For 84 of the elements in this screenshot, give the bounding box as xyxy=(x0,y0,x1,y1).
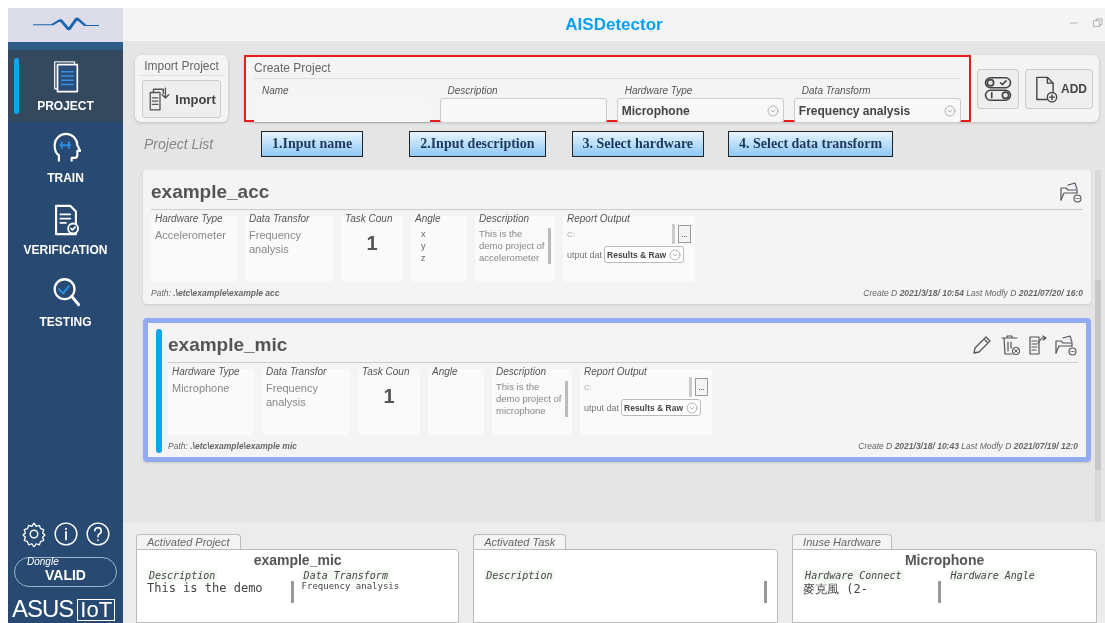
field-label: Data Transform xyxy=(800,85,872,98)
caret-icon xyxy=(669,248,682,261)
field-label: Hardware Angle xyxy=(948,570,1037,581)
step-hint: 3. Select hardware xyxy=(571,131,705,157)
field-label: Angle xyxy=(415,213,442,224)
project-name: example_acc xyxy=(151,180,270,203)
step-hint: 2.Input description xyxy=(409,131,546,157)
dropdown[interactable]: Results & Raw xyxy=(621,399,702,416)
dongle-label: Dongle xyxy=(27,556,59,567)
panel-title: Import Project xyxy=(139,59,224,76)
field-label: Task Coun xyxy=(345,213,394,224)
input-field[interactable] xyxy=(439,98,607,123)
field-label: Report Output xyxy=(567,213,631,224)
field-value: This is the demo project of accelerometer xyxy=(479,228,551,264)
dropdown-value: Results & Raw xyxy=(624,402,684,413)
field-value: This is the demo xyxy=(147,581,294,603)
status-title: Microphone xyxy=(903,552,986,570)
browse-button[interactable]: ... xyxy=(678,225,691,243)
nav-item[interactable]: VERIFICATION xyxy=(8,194,123,266)
brand-logo-suffix: IoT xyxy=(77,599,116,621)
dropdown[interactable]: Microphone xyxy=(616,98,784,123)
field-value: 麥克風 (2- xyxy=(803,581,941,603)
nav-item[interactable]: TESTING xyxy=(8,266,123,338)
toggle-button[interactable] xyxy=(977,68,1019,109)
field-label: Task Coun xyxy=(362,366,411,377)
field-value: Frequency analysis xyxy=(249,228,302,256)
dropdown-value: Microphone xyxy=(621,103,690,118)
section-title: Project List xyxy=(144,136,215,152)
field-label: Description xyxy=(484,570,555,581)
field-label: Angle xyxy=(432,366,459,377)
caret-icon xyxy=(686,401,699,414)
nav-item[interactable]: PROJECT xyxy=(8,50,123,122)
field-value: x y z xyxy=(420,228,427,264)
field-label: Data Transfor xyxy=(249,213,311,224)
dongle-value: VALID xyxy=(45,567,86,583)
folder-icon[interactable] xyxy=(1054,332,1078,357)
field-value: Frequency analysis xyxy=(301,581,401,593)
field-label: Description xyxy=(147,570,218,581)
dropdown[interactable]: Results & Raw xyxy=(604,246,685,263)
info-icon[interactable] xyxy=(52,521,79,547)
field-label: Hardware Type xyxy=(623,85,694,98)
project-dates: Create D 2021/3/18/ 10:54 Last Modfy D 2021/07/20/ 16:0 xyxy=(863,288,1083,298)
caret-icon xyxy=(944,104,956,117)
option-label: utput dat xyxy=(567,249,603,260)
settings-icon[interactable] xyxy=(20,521,47,547)
field-value: Accelerometer xyxy=(155,228,227,242)
option-label: utput dat xyxy=(584,402,620,413)
status-title: example_mic xyxy=(252,552,343,570)
project-path: Path: .\etc\example\example acc xyxy=(151,288,280,298)
project-name: example_mic xyxy=(168,333,288,356)
project-dates: Create D 2021/3/18/ 10:43 Last Modfy D 2021/07/19/ 12:0 xyxy=(858,441,1078,451)
field-value: 1 xyxy=(382,389,396,403)
nav-item[interactable]: TRAIN xyxy=(8,122,123,194)
field-label: Hardware Type xyxy=(155,213,224,224)
scrollbar-thumb[interactable] xyxy=(1095,280,1101,470)
field-label: Report Output xyxy=(584,366,648,377)
browse-button[interactable]: ... xyxy=(695,378,708,396)
add-button[interactable]: ADD xyxy=(1025,68,1093,109)
step-hint: 1.Input name xyxy=(261,131,364,157)
caret-icon xyxy=(766,104,779,117)
field-value: Microphone xyxy=(172,381,231,395)
field-label: Description xyxy=(479,213,531,224)
project-path: Path: .\etc\example\example mic xyxy=(168,441,297,451)
help-icon[interactable] xyxy=(84,521,111,547)
dropdown[interactable]: Frequency analysis xyxy=(793,98,961,123)
field-label: Hardware Connect xyxy=(803,570,904,581)
panel-title: Create Project xyxy=(254,61,961,79)
folder-icon[interactable] xyxy=(1059,179,1083,204)
field-label: Hardware Type xyxy=(172,366,241,377)
field-label: Data Transfor xyxy=(266,366,328,377)
field-label: Data Transform xyxy=(301,570,390,581)
field-value: This is the demo project of microphone xyxy=(496,381,568,417)
field-label: Description xyxy=(446,85,499,98)
field-value: Frequency analysis xyxy=(266,381,319,409)
step-hint: 4. Select data transform xyxy=(728,131,894,157)
brand-logo: ASUS xyxy=(12,595,74,623)
field-label: Name xyxy=(261,85,290,98)
import-button[interactable]: Import xyxy=(142,80,221,118)
project-card[interactable] xyxy=(143,170,1091,304)
field-value: 1 xyxy=(365,236,379,250)
dropdown-value: Results & Raw xyxy=(607,249,667,260)
field-label: Description xyxy=(496,366,548,377)
dropdown-value: Frequency analysis xyxy=(798,103,911,118)
window-title: AISDetector xyxy=(565,14,663,35)
